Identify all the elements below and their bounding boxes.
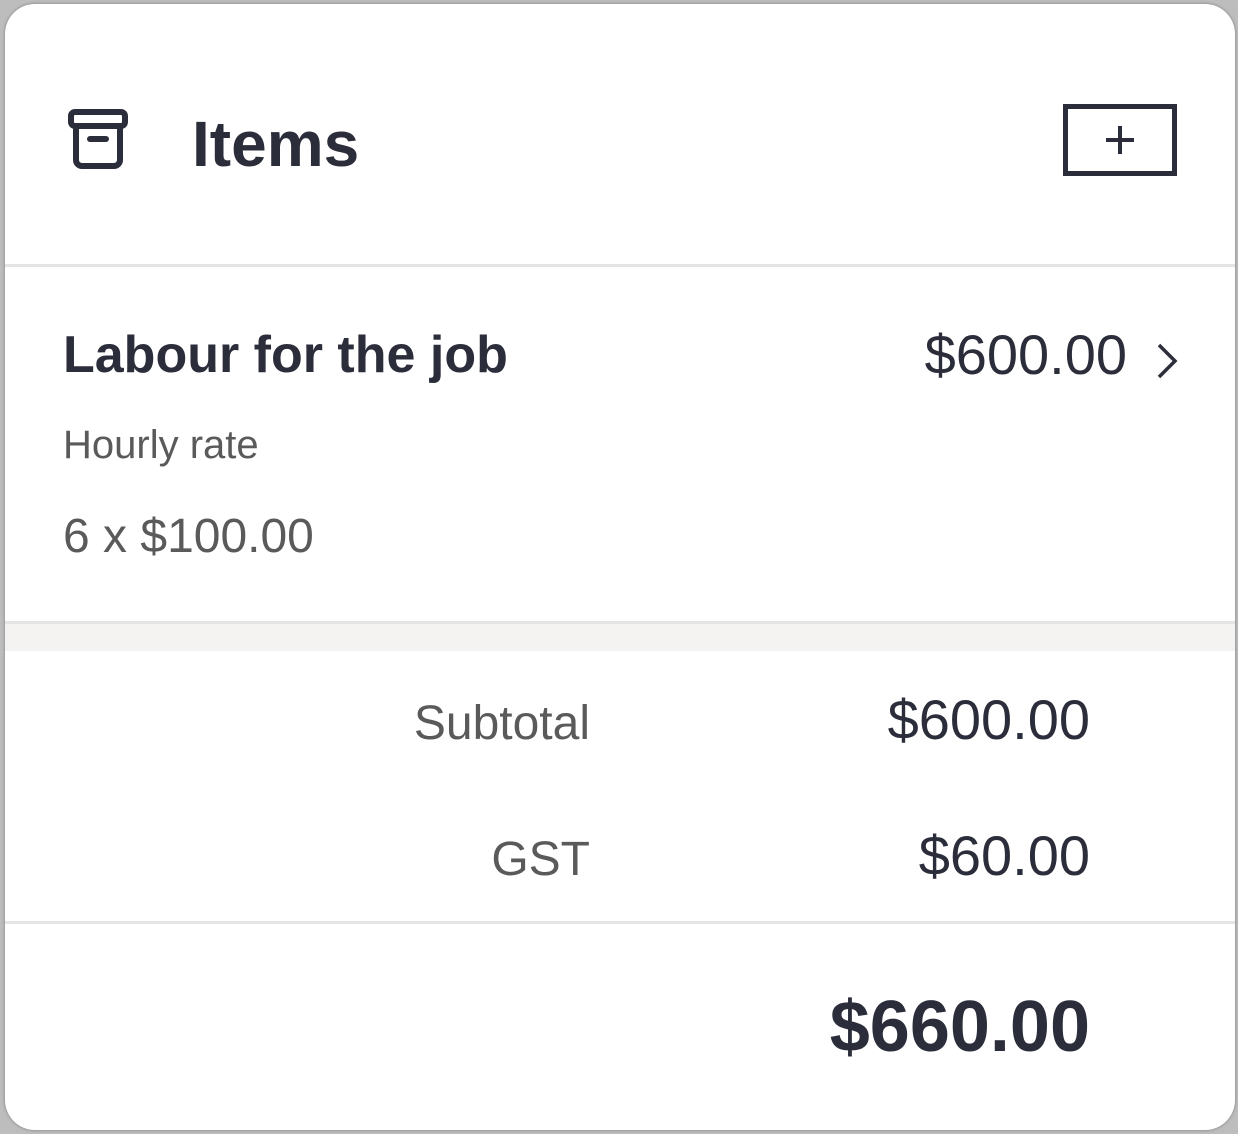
subtotal-row: Subtotal $600.00 — [5, 686, 1235, 756]
gst-value: $60.00 — [918, 824, 1090, 887]
section-separator — [5, 621, 1235, 651]
add-item-button[interactable] — [1063, 104, 1177, 176]
chevron-right-icon — [1157, 343, 1178, 379]
subtotal-value: $600.00 — [887, 688, 1090, 751]
plus-icon — [1106, 126, 1134, 154]
section-title: Items — [192, 108, 360, 180]
items-header: Items — [5, 4, 1235, 264]
items-card: Items Labour for the job $600.00 Hourly … — [5, 4, 1235, 1130]
line-item-quantity-rate: 6 x $100.00 — [63, 510, 314, 563]
line-item-amount: $600.00 — [924, 323, 1127, 386]
subtotal-label: Subtotal — [413, 697, 590, 750]
gst-label: GST — [491, 833, 590, 886]
line-item-description: Hourly rate — [63, 423, 259, 467]
gst-row: GST $60.00 — [5, 822, 1235, 892]
line-item[interactable]: Labour for the job $600.00 Hourly rate 6… — [5, 267, 1235, 621]
archive-box-icon — [68, 109, 128, 169]
line-item-name: Labour for the job — [63, 326, 508, 384]
grand-total-value: $660.00 — [829, 987, 1090, 1067]
totals-divider — [5, 921, 1235, 924]
